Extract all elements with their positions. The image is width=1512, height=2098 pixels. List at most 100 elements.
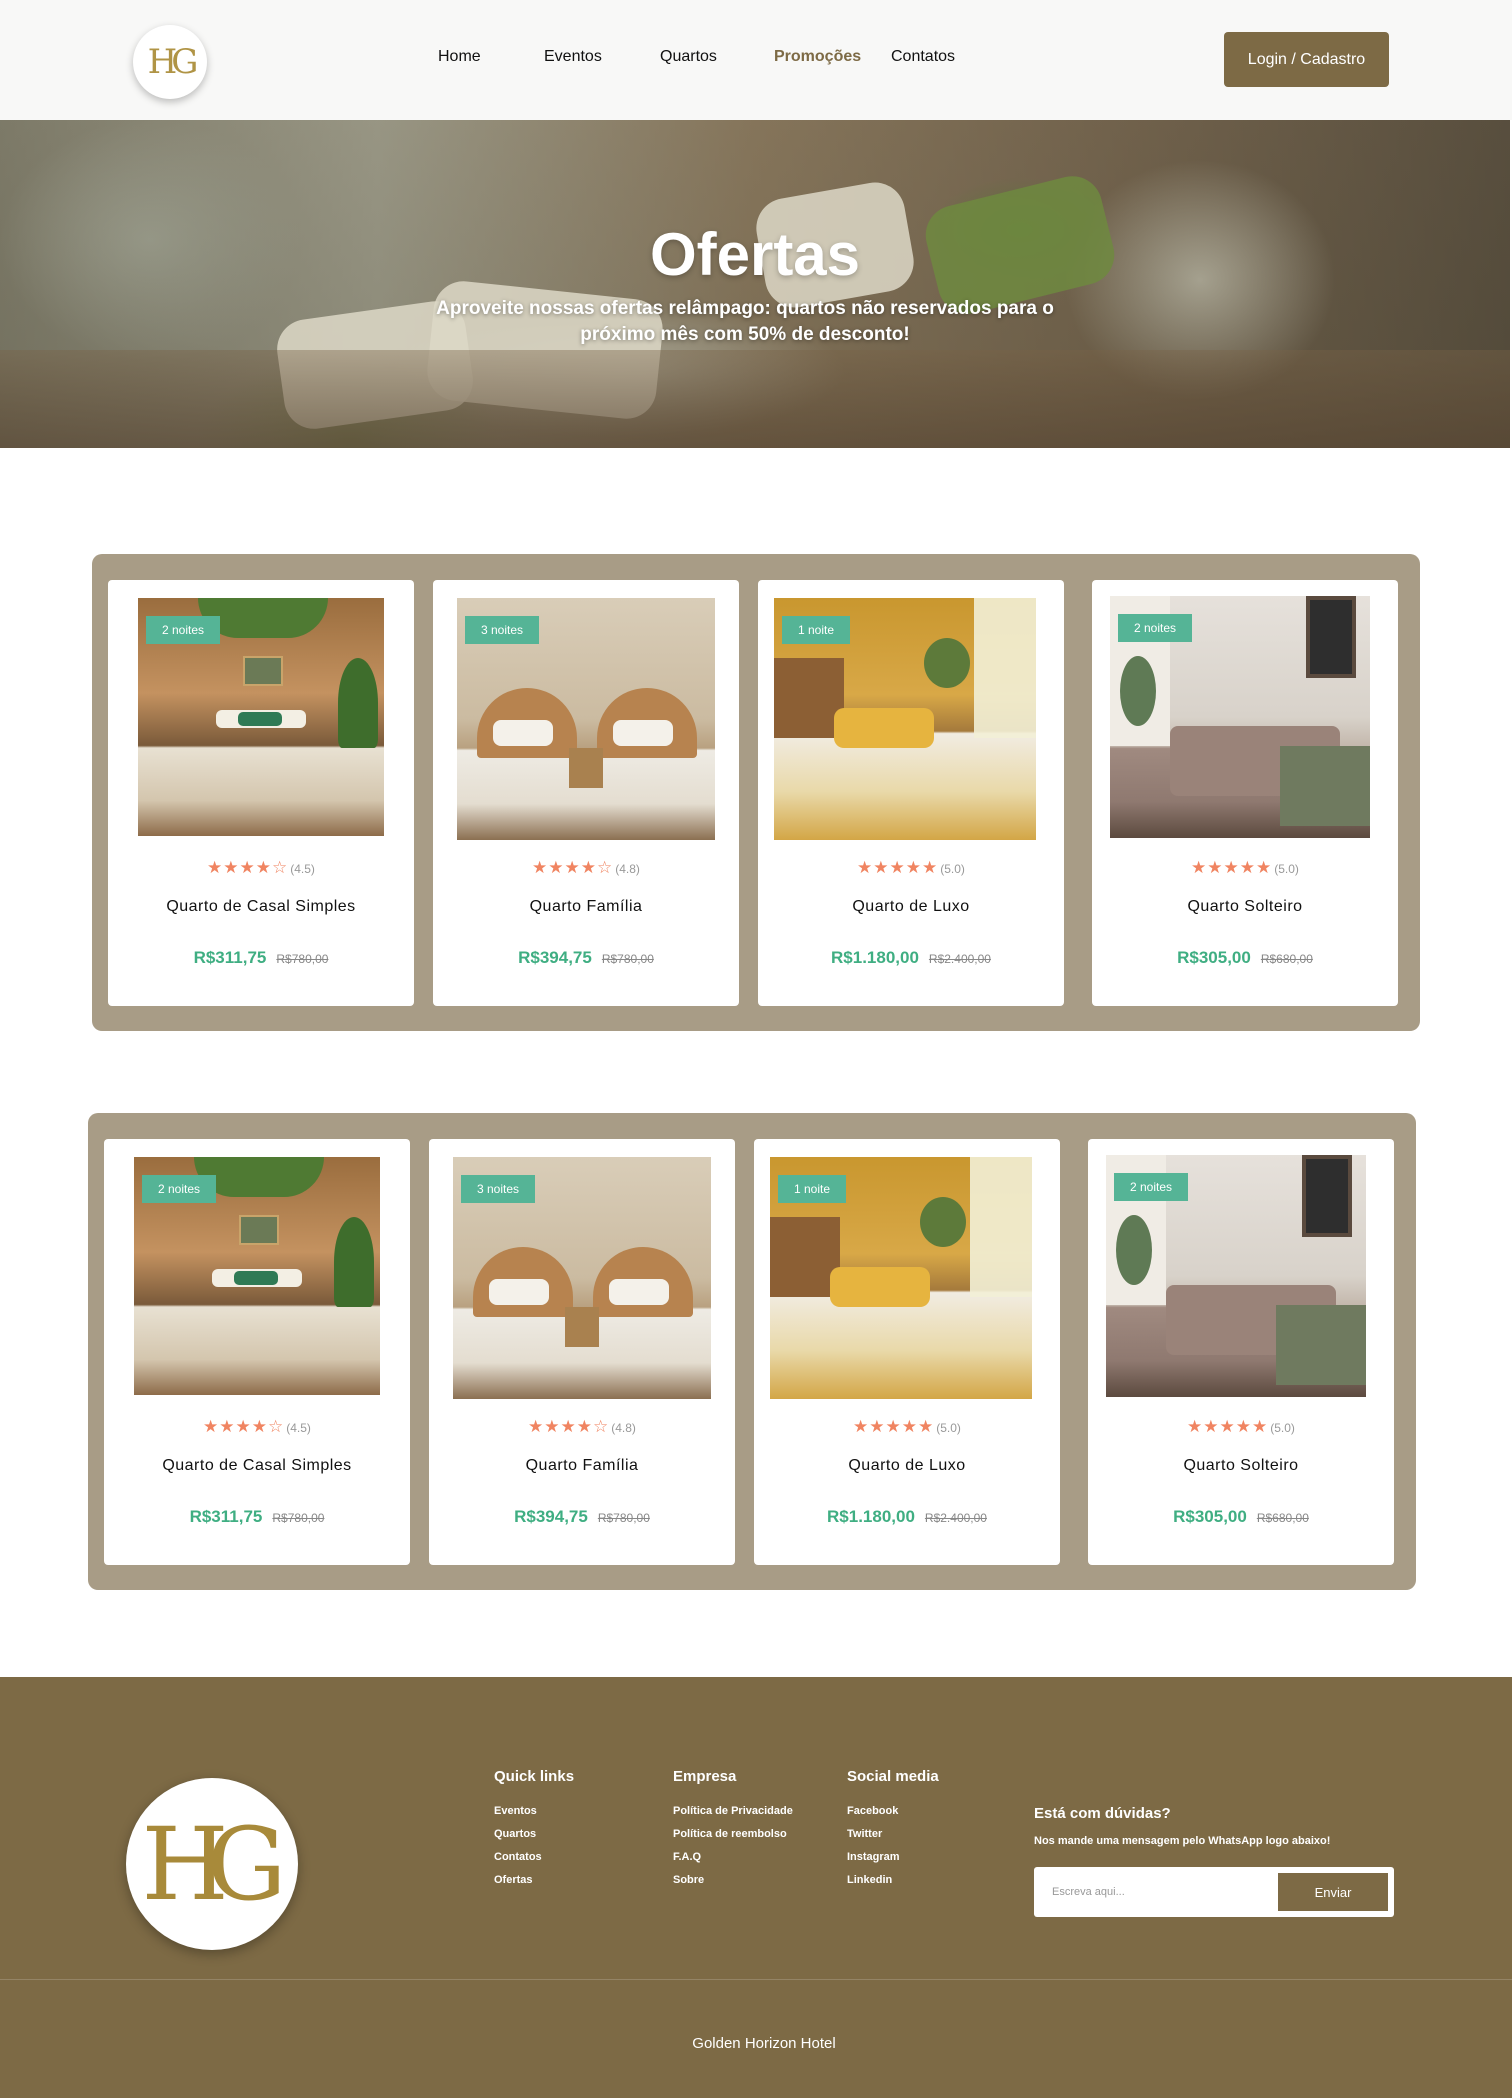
footer-link-contatos[interactable]: Contatos <box>494 1851 574 1863</box>
footer-logo[interactable]: HG <box>126 1778 298 1950</box>
stars: ★★★★☆ <box>207 858 289 877</box>
footer-link-privacy[interactable]: Política de Privacidade <box>673 1805 793 1817</box>
footer-link-eventos[interactable]: Eventos <box>494 1805 574 1817</box>
double-room-photo: 2 noites <box>134 1157 380 1395</box>
footer-link-faq[interactable]: F.A.Q <box>673 1851 793 1863</box>
nav-quartos[interactable]: Quartos <box>660 48 717 66</box>
send-button[interactable]: Enviar <box>1278 1873 1388 1911</box>
family-room-photo: 3 noites <box>453 1157 711 1399</box>
footer-link-linkedin[interactable]: Linkedin <box>847 1874 939 1886</box>
rating-score: (5.0) <box>1274 862 1299 876</box>
login-button[interactable]: Login / Cadastro <box>1224 32 1389 87</box>
nav-promocoes[interactable]: Promoções <box>774 48 861 66</box>
offer-card[interactable]: 2 noites ★★★★★ (5.0) Quarto Solteiro R$30… <box>1088 1139 1394 1565</box>
rating-score: (5.0) <box>1270 1421 1295 1435</box>
site-footer: HG Quick links Eventos Quartos Contatos … <box>0 1677 1512 2098</box>
offer-card[interactable]: 3 noites ★★★★☆ (4.8) Quarto Família R$394… <box>433 580 739 1006</box>
hero-floor <box>0 350 1510 448</box>
luxury-room-photo: 1 noite <box>770 1157 1032 1399</box>
room-title: Quarto de Luxo <box>852 898 970 915</box>
old-price: R$680,00 <box>1256 1511 1309 1525</box>
nights-badge: 2 noites <box>146 616 221 644</box>
offers-section: 2 noites ★★★★☆ (4.5) Quarto de Casal Simp… <box>88 1113 1416 1590</box>
footer-link-twitter[interactable]: Twitter <box>847 1828 939 1840</box>
room-title: Quarto Solteiro <box>1187 898 1303 915</box>
room-title: Quarto Família <box>525 1457 639 1474</box>
price-block: R$311,75 R$780,00 <box>108 948 414 968</box>
stars: ★★★★★ <box>857 858 939 877</box>
offer-card[interactable]: 1 noite ★★★★★ (5.0) Quarto de Luxo R$1.18… <box>758 580 1064 1006</box>
old-price: R$780,00 <box>276 952 329 966</box>
hero-banner: Ofertas Aproveite nossas ofertas relâmpa… <box>0 120 1510 448</box>
price-block: R$394,75 R$780,00 <box>429 1507 735 1527</box>
rating-score: (4.8) <box>615 862 640 876</box>
offer-card[interactable]: 1 noite ★★★★★ (5.0) Quarto de Luxo R$1.18… <box>754 1139 1060 1565</box>
site-header: HG Home Eventos Quartos Promoções Contat… <box>0 0 1512 120</box>
current-price: R$305,00 <box>1173 1507 1247 1526</box>
price-block: R$311,75 R$780,00 <box>104 1507 410 1527</box>
nights-badge: 3 noites <box>461 1175 536 1203</box>
rating-score: (4.5) <box>286 1421 311 1435</box>
footer-divider <box>0 1979 1512 1980</box>
offers-section: 2 noites ★★★★☆ (4.5) Quarto de Casal Simp… <box>92 554 1420 1031</box>
star-rating: ★★★★☆ (4.8) <box>429 1417 735 1437</box>
message-input[interactable] <box>1034 1867 1274 1917</box>
stars: ★★★★★ <box>853 1417 935 1436</box>
room-title: Quarto de Casal Simples <box>166 898 356 915</box>
luxury-room-photo: 1 noite <box>774 598 1036 840</box>
quick-links-column: Quick links Eventos Quartos Contatos Ofe… <box>494 1768 574 1897</box>
single-room-photo: 2 noites <box>1110 596 1370 838</box>
stars: ★★★★★ <box>1191 858 1273 877</box>
nights-badge: 2 noites <box>142 1175 217 1203</box>
star-rating: ★★★★★ (5.0) <box>754 1417 1060 1437</box>
rating-score: (5.0) <box>936 1421 961 1435</box>
footer-link-about[interactable]: Sobre <box>673 1874 793 1886</box>
star-rating: ★★★★☆ (4.8) <box>433 858 739 878</box>
footer-link-quartos[interactable]: Quartos <box>494 1828 574 1840</box>
offer-card[interactable]: 2 noites ★★★★☆ (4.5) Quarto de Casal Simp… <box>108 580 414 1006</box>
footer-link-instagram[interactable]: Instagram <box>847 1851 939 1863</box>
old-price: R$2.400,00 <box>924 1511 987 1525</box>
old-price: R$2.400,00 <box>928 952 991 966</box>
stars: ★★★★★ <box>1187 1417 1269 1436</box>
single-room-photo: 2 noites <box>1106 1155 1366 1397</box>
column-title: Empresa <box>673 1768 737 1785</box>
star-rating: ★★★★★ (5.0) <box>758 858 1064 878</box>
contact-text: Nos mande uma mensagem pelo WhatsApp log… <box>1034 1835 1331 1847</box>
column-title: Social media <box>847 1768 939 1785</box>
offer-card[interactable]: 3 noites ★★★★☆ (4.8) Quarto Família R$394… <box>429 1139 735 1565</box>
nav-contatos[interactable]: Contatos <box>891 48 955 66</box>
offer-card[interactable]: 2 noites ★★★★★ (5.0) Quarto Solteiro R$30… <box>1092 580 1398 1006</box>
nav-home[interactable]: Home <box>438 48 481 66</box>
star-rating: ★★★★★ (5.0) <box>1092 858 1398 878</box>
star-rating: ★★★★☆ (4.5) <box>104 1417 410 1437</box>
star-rating: ★★★★★ (5.0) <box>1088 1417 1394 1437</box>
old-price: R$780,00 <box>601 952 654 966</box>
price-block: R$1.180,00 R$2.400,00 <box>754 1507 1060 1527</box>
current-price: R$1.180,00 <box>831 948 919 967</box>
current-price: R$311,75 <box>189 1507 263 1526</box>
nav-eventos[interactable]: Eventos <box>544 48 602 66</box>
nights-badge: 3 noites <box>465 616 540 644</box>
offer-card[interactable]: 2 noites ★★★★☆ (4.5) Quarto de Casal Simp… <box>104 1139 410 1565</box>
stars: ★★★★☆ <box>532 858 614 877</box>
footer-link-refund[interactable]: Política de reembolso <box>673 1828 793 1840</box>
footer-link-ofertas[interactable]: Ofertas <box>494 1874 574 1886</box>
price-block: R$305,00 R$680,00 <box>1088 1507 1394 1527</box>
price-block: R$305,00 R$680,00 <box>1092 948 1398 968</box>
contact-block: Está com dúvidas? Nos mande uma mensagem… <box>1034 1805 1330 1847</box>
old-price: R$780,00 <box>272 1511 325 1525</box>
star-rating: ★★★★☆ (4.5) <box>108 858 414 878</box>
column-title: Quick links <box>494 1768 575 1785</box>
nights-badge: 1 noite <box>782 616 851 644</box>
hero-subtitle: Aproveite nossas ofertas relâmpago: quar… <box>436 298 1054 345</box>
current-price: R$394,75 <box>514 1507 588 1526</box>
footer-link-facebook[interactable]: Facebook <box>847 1805 939 1817</box>
price-block: R$1.180,00 R$2.400,00 <box>758 948 1064 968</box>
footer-brand: Golden Horizon Hotel <box>692 2035 836 2052</box>
message-form: Enviar <box>1034 1867 1394 1917</box>
price-block: R$394,75 R$780,00 <box>433 948 739 968</box>
rating-score: (4.5) <box>290 862 315 876</box>
room-title: Quarto Solteiro <box>1183 1457 1299 1474</box>
current-price: R$394,75 <box>518 948 592 967</box>
